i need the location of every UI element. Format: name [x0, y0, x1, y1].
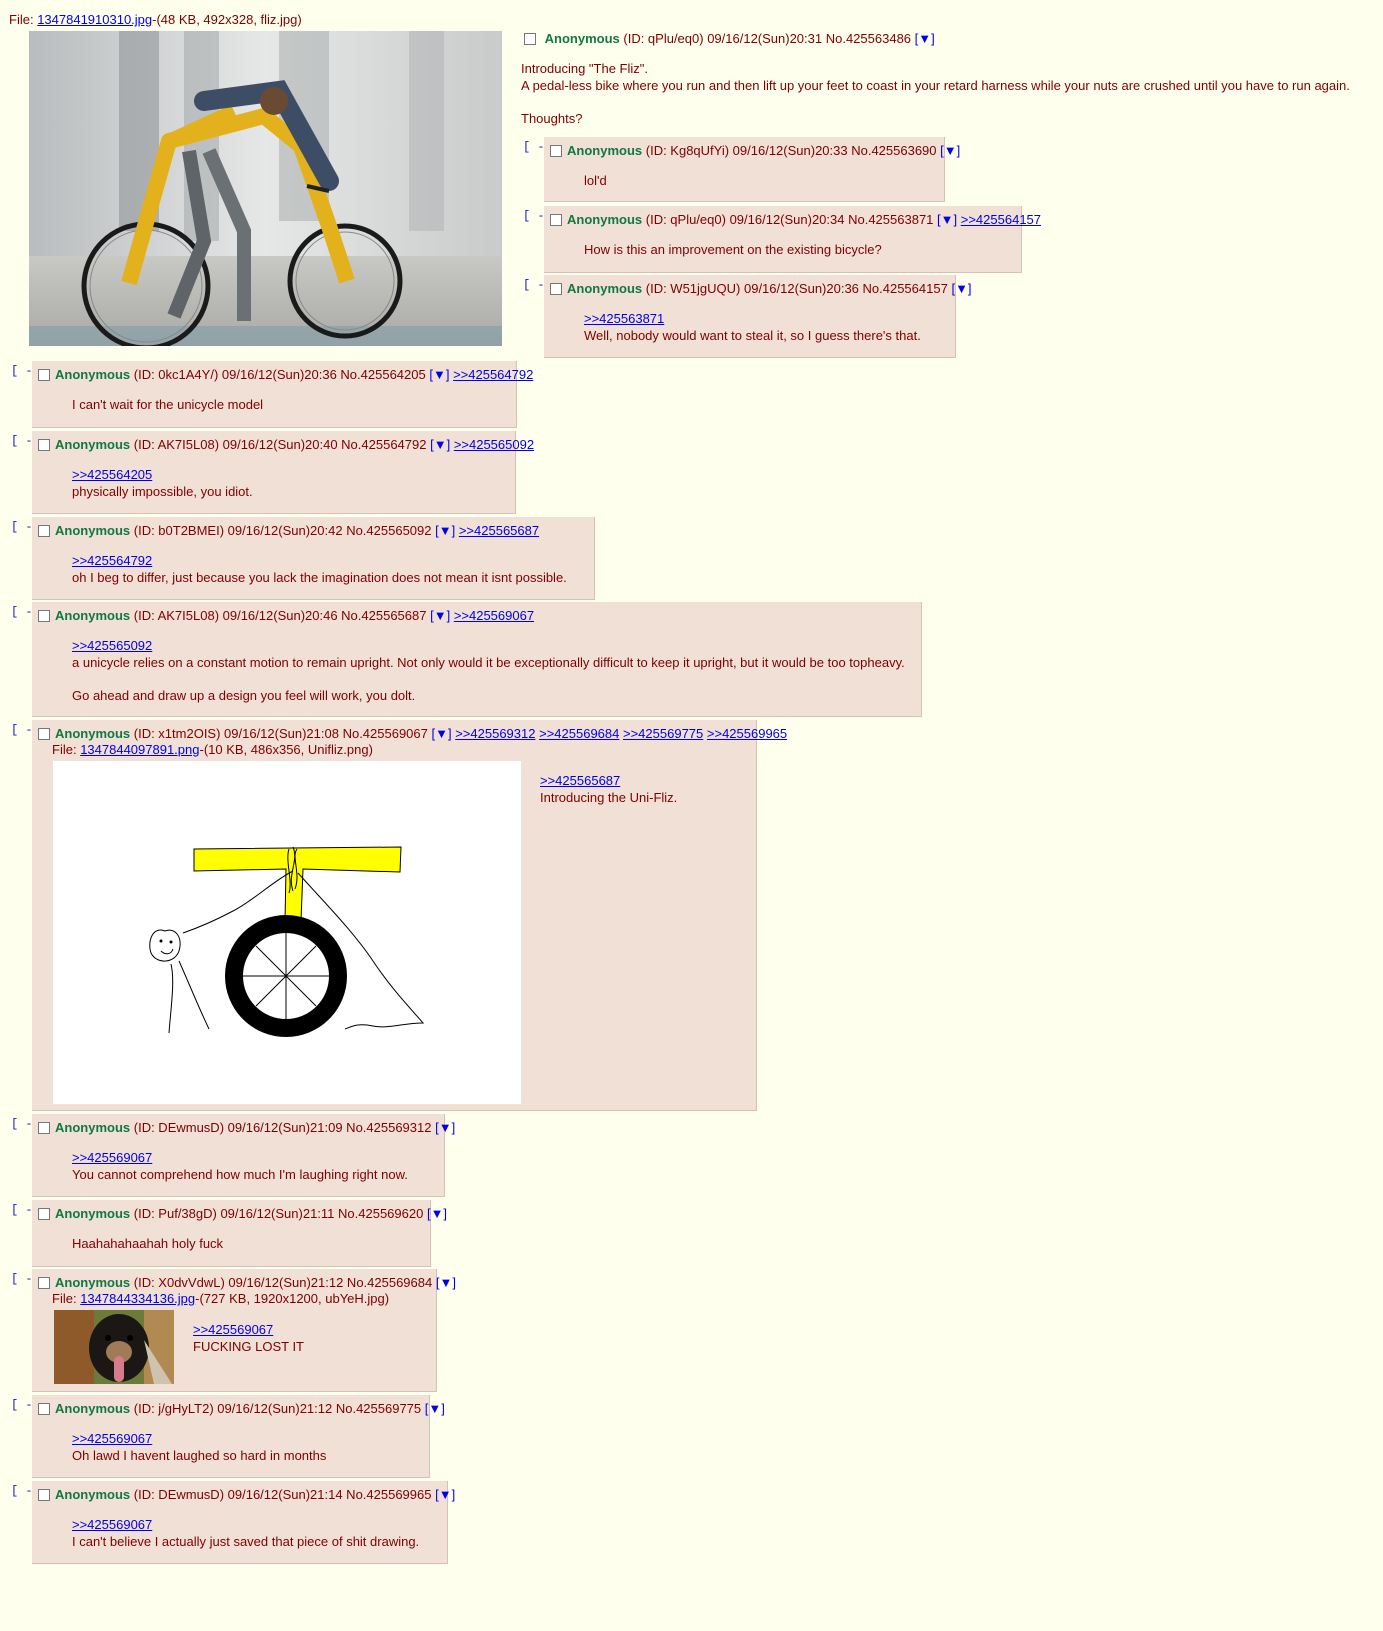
quote-link[interactable]: >>425569067 — [72, 1516, 419, 1533]
file-link[interactable]: 1347844097891.png — [80, 742, 199, 757]
post-menu-arrow[interactable]: [▼] — [937, 212, 957, 227]
post-header: Anonymous (ID: DEwmusD) 09/16/12(Sun)21:… — [38, 1487, 455, 1502]
post-menu-arrow[interactable]: [▼] — [430, 608, 450, 623]
post-info: (ID: qPlu/eq0) 09/16/12(Sun)20:31 No.425… — [623, 31, 912, 46]
quote-link[interactable]: >>425569067 — [72, 1149, 408, 1166]
quote-link[interactable]: >>425565687 — [540, 772, 677, 789]
reply-post: Anonymous (ID: 0kc1A4Y/) 09/16/12(Sun)20… — [32, 361, 533, 428]
post-checkbox[interactable] — [38, 1208, 50, 1220]
reply-post: Anonymous (ID: X0dvVdwL) 09/16/12(Sun)21… — [32, 1269, 456, 1392]
op-header: Anonymous (ID: qPlu/eq0) 09/16/12(Sun)20… — [524, 31, 935, 46]
post-message: >>425569067 You cannot comprehend how muc… — [72, 1149, 408, 1182]
post-header: Anonymous (ID: Puf/38gD) 09/16/12(Sun)21… — [38, 1206, 447, 1221]
backlink[interactable]: >>425565092 — [454, 437, 534, 452]
quote-link[interactable]: >>425569067 — [72, 1430, 326, 1447]
reply-post: Anonymous (ID: b0T2BMEI) 09/16/12(Sun)20… — [32, 517, 595, 600]
file-link[interactable]: 1347844334136.jpg — [80, 1291, 195, 1306]
post-header: Anonymous (ID: 0kc1A4Y/) 09/16/12(Sun)20… — [38, 367, 533, 382]
post-menu-arrow[interactable]: [▼] — [432, 726, 452, 741]
reply-post: Anonymous (ID: j/gHyLT2) 09/16/12(Sun)21… — [32, 1395, 445, 1478]
post-message: >>425569067 I can't believe I actually ju… — [72, 1516, 420, 1549]
post-menu-arrow[interactable]: [▼] — [435, 523, 455, 538]
post-header: Anonymous (ID: Kg8qUfYi) 09/16/12(Sun)20… — [550, 143, 960, 158]
post-checkbox[interactable] — [38, 1489, 50, 1501]
post-checkbox[interactable] — [38, 369, 50, 381]
reply-post: Anonymous (ID: AK7I5L08) 09/16/12(Sun)20… — [32, 431, 534, 514]
post-checkbox[interactable] — [38, 1122, 50, 1134]
reply-post: Anonymous (ID: x1tm2OIS) 09/16/12(Sun)21… — [32, 720, 787, 1111]
post-message: >>425564205 physically impossible, you id… — [72, 466, 253, 499]
post-header: Anonymous (ID: AK7I5L08) 09/16/12(Sun)20… — [38, 608, 534, 623]
post-menu-arrow[interactable]: [▼] — [429, 367, 449, 382]
backlink[interactable]: >>425569965 — [707, 726, 787, 741]
reply-post: Anonymous (ID: AK7I5L08) 09/16/12(Sun)20… — [32, 602, 922, 717]
post-checkbox[interactable] — [550, 145, 562, 157]
post-message: >>425563871 Well, nobody would want to st… — [584, 310, 921, 343]
quote-link[interactable]: >>425563871 — [584, 310, 921, 327]
post-header: Anonymous (ID: AK7I5L08) 09/16/12(Sun)20… — [38, 437, 534, 452]
post-menu-arrow[interactable]: [▼] — [430, 437, 450, 452]
post-checkbox[interactable] — [38, 728, 50, 740]
post-message: >>425569067 FUCKING LOST IT — [193, 1321, 304, 1354]
backlink[interactable]: >>425569775 — [623, 726, 703, 741]
op-file-info: File: 1347841910310.jpg-(48 KB, 492x328,… — [9, 12, 302, 27]
post-header: Anonymous (ID: DEwmusD) 09/16/12(Sun)21:… — [38, 1120, 455, 1135]
post-message: I can't wait for the unicycle model — [72, 397, 264, 412]
post-checkbox[interactable] — [550, 283, 562, 295]
quote-link[interactable]: >>425569067 — [193, 1321, 304, 1338]
file-info: File: 1347844334136.jpg-(727 KB, 1920x12… — [52, 1291, 390, 1306]
post-menu-arrow[interactable]: [▼] — [436, 1275, 456, 1290]
post-checkbox[interactable] — [38, 1403, 50, 1415]
quote-link[interactable]: >>425564792 — [72, 552, 567, 569]
reply-post: Anonymous (ID: qPlu/eq0) 09/16/12(Sun)20… — [544, 206, 1041, 273]
op-image-fliz-bike[interactable] — [29, 31, 502, 351]
backlink[interactable]: >>425569684 — [539, 726, 619, 741]
bear-thumbnail-image[interactable] — [54, 1310, 174, 1384]
post-menu-arrow[interactable]: [▼] — [425, 1401, 445, 1416]
op-checkbox[interactable] — [524, 33, 536, 45]
post-checkbox[interactable] — [38, 1277, 50, 1289]
backlink[interactable]: >>425569067 — [454, 608, 534, 623]
post-menu-arrow[interactable]: [▼] — [427, 1206, 447, 1221]
post-checkbox[interactable] — [38, 525, 50, 537]
post-header: Anonymous (ID: X0dvVdwL) 09/16/12(Sun)21… — [38, 1275, 456, 1290]
post-checkbox[interactable] — [38, 439, 50, 451]
backlink[interactable]: >>425564157 — [961, 212, 1041, 227]
unifliz-drawing-image[interactable] — [53, 761, 521, 1104]
reply-post: Anonymous (ID: Kg8qUfYi) 09/16/12(Sun)20… — [544, 137, 960, 202]
op-message: Introducing "The Fliz". A pedal-less bik… — [521, 61, 1350, 126]
post-header: Anonymous (ID: b0T2BMEI) 09/16/12(Sun)20… — [38, 523, 539, 538]
reply-post: Anonymous (ID: W51jgUQU) 09/16/12(Sun)20… — [544, 275, 972, 358]
quote-link[interactable]: >>425564205 — [72, 466, 253, 483]
post-checkbox[interactable] — [550, 214, 562, 226]
backlink[interactable]: >>425565687 — [459, 523, 539, 538]
post-menu-arrow[interactable]: [▼] — [915, 31, 935, 46]
post-message: >>425569067 Oh lawd I havent laughed so h… — [72, 1430, 327, 1463]
poster-name: Anonymous — [544, 31, 620, 46]
post-menu-arrow[interactable]: [▼] — [435, 1487, 455, 1502]
post-header: Anonymous (ID: qPlu/eq0) 09/16/12(Sun)20… — [550, 212, 1041, 227]
file-info: File: 1347844097891.png-(10 KB, 486x356,… — [52, 742, 373, 757]
post-menu-arrow[interactable]: [▼] — [951, 281, 971, 296]
backlink[interactable]: >>425564792 — [453, 367, 533, 382]
quote-link[interactable]: >>425565092 — [72, 637, 905, 654]
reply-post: Anonymous (ID: Puf/38gD) 09/16/12(Sun)21… — [32, 1200, 447, 1267]
post-checkbox[interactable] — [38, 610, 50, 622]
post-message: >>425564792 oh I beg to differ, just beca… — [72, 552, 567, 585]
post-message: >>425565687 Introducing the Uni-Fliz. — [540, 772, 678, 805]
post-menu-arrow[interactable]: [▼] — [940, 143, 960, 158]
post-header: Anonymous (ID: j/gHyLT2) 09/16/12(Sun)21… — [38, 1401, 445, 1416]
reply-post: Anonymous (ID: DEwmusD) 09/16/12(Sun)21:… — [32, 1114, 455, 1197]
post-message: Haahahahaahah holy fuck — [72, 1236, 224, 1251]
op-file-link[interactable]: 1347841910310.jpg — [37, 12, 152, 27]
post-message: lol'd — [584, 173, 607, 188]
post-menu-arrow[interactable]: [▼] — [435, 1120, 455, 1135]
reply-post: Anonymous (ID: DEwmusD) 09/16/12(Sun)21:… — [32, 1481, 455, 1564]
post-header: Anonymous (ID: x1tm2OIS) 09/16/12(Sun)21… — [38, 726, 787, 741]
post-header: Anonymous (ID: W51jgUQU) 09/16/12(Sun)20… — [550, 281, 972, 296]
post-message: >>425565092 a unicycle relies on a consta… — [72, 637, 905, 703]
post-message: How is this an improvement on the existi… — [584, 242, 882, 257]
backlink[interactable]: >>425569312 — [455, 726, 535, 741]
